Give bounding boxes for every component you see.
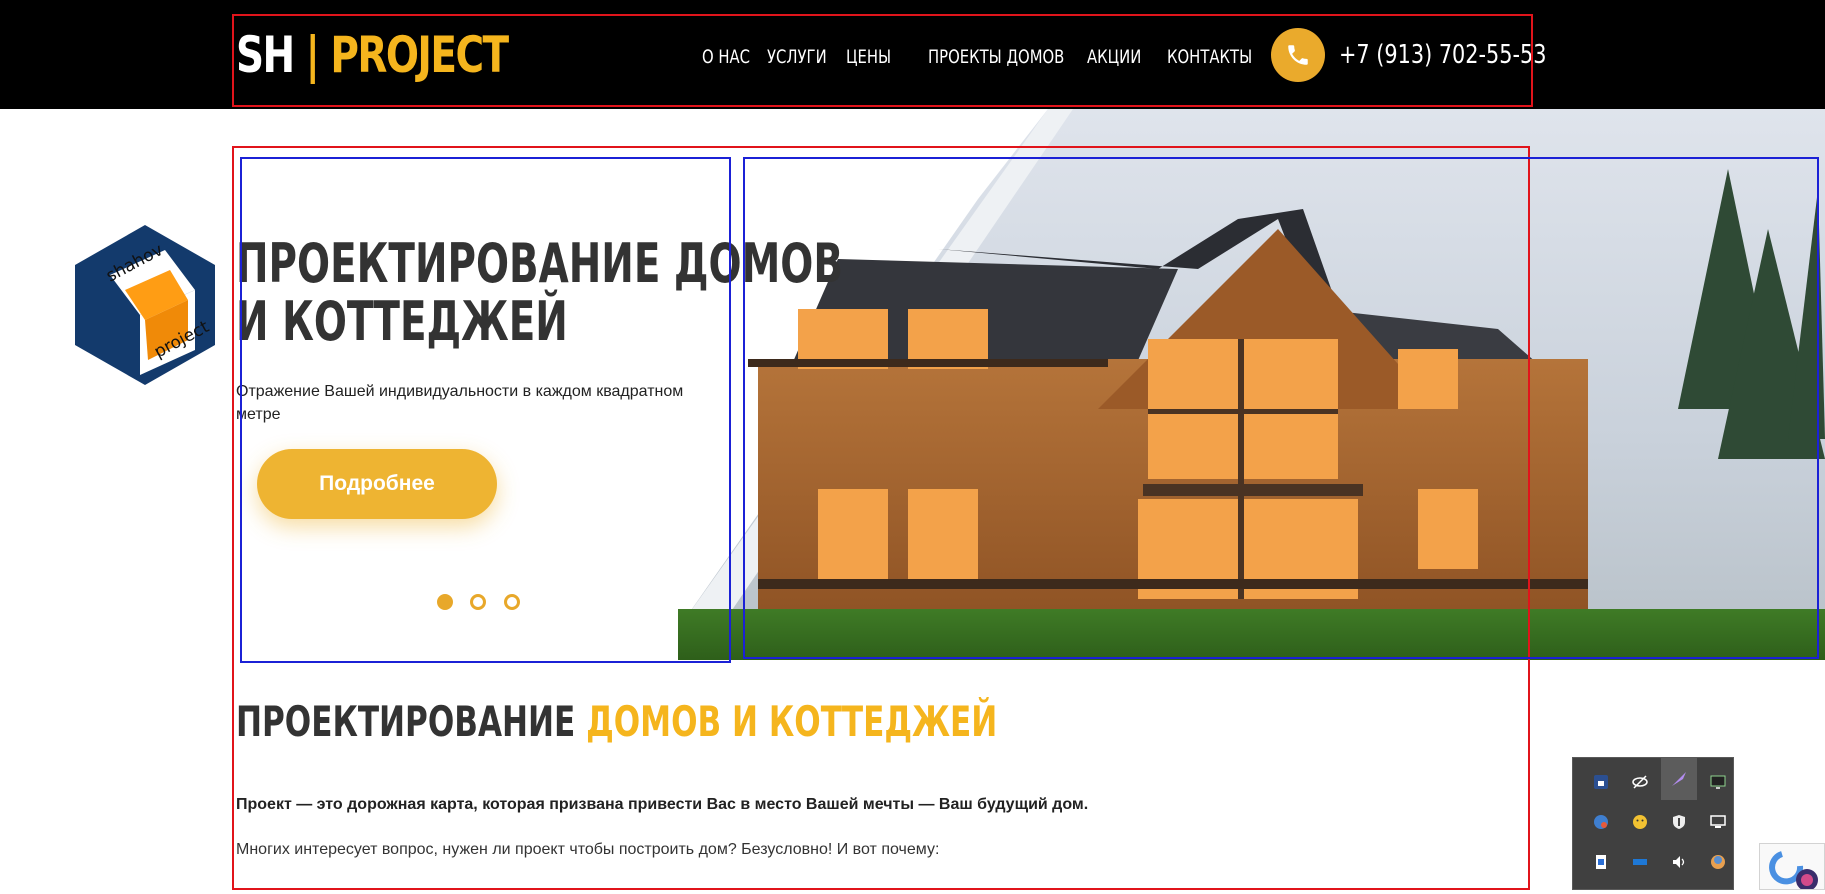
display-icon[interactable] <box>1700 804 1736 840</box>
shield-icon[interactable] <box>1661 804 1697 840</box>
eye-slash-icon[interactable] <box>1622 764 1658 800</box>
annotation-box-hero-image <box>743 157 1819 659</box>
globe-icon[interactable] <box>1583 804 1619 840</box>
annotation-box-hero-text <box>240 157 731 663</box>
lock-icon[interactable] <box>1583 764 1619 800</box>
battery-icon[interactable] <box>1622 844 1658 880</box>
monitor-icon[interactable] <box>1700 764 1736 800</box>
sphere-icon[interactable] <box>1700 844 1736 880</box>
shahov-project-badge[interactable]: shahov project <box>70 220 220 390</box>
smiley-icon[interactable] <box>1622 804 1658 840</box>
volume-icon[interactable] <box>1661 844 1697 880</box>
system-tray-popup <box>1572 757 1734 890</box>
document-icon[interactable] <box>1583 844 1619 880</box>
annotation-box-header <box>232 14 1533 107</box>
recaptcha-badge[interactable] <box>1759 843 1825 891</box>
feather-icon[interactable] <box>1661 758 1697 800</box>
